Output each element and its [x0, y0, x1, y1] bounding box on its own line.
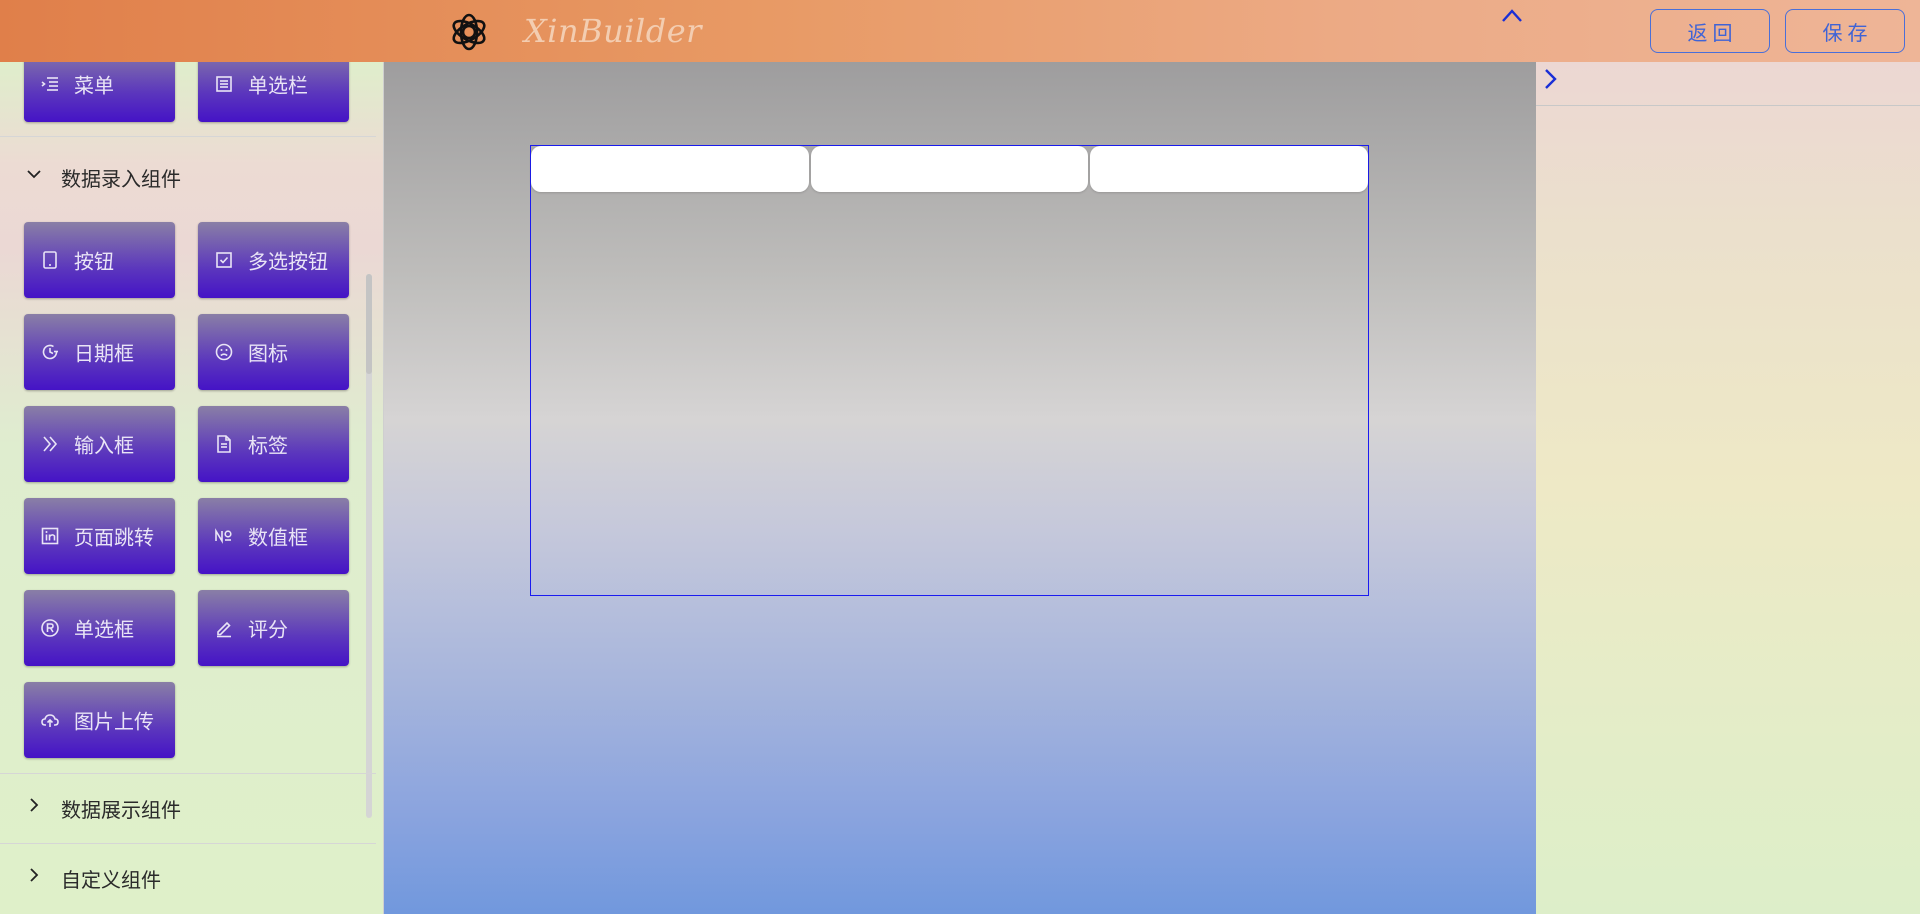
properties-panel-header — [1536, 62, 1920, 106]
save-button[interactable]: 保存 — [1785, 9, 1905, 53]
component-button-label: 输入框 — [74, 433, 134, 458]
section-divider — [0, 773, 376, 774]
component-button-label: 多选按钮 — [248, 249, 328, 274]
component-button-rating[interactable]: 评分 — [198, 590, 349, 666]
grid-cell[interactable] — [531, 146, 809, 192]
indent-list-icon — [41, 77, 58, 91]
app-title: XinBuilder — [524, 12, 702, 50]
component-button-label: 按钮 — [74, 249, 114, 274]
layout-panel-icon — [216, 76, 232, 92]
component-button-icon[interactable]: 图标 — [198, 314, 349, 390]
component-button-label: 图片上传 — [74, 709, 154, 734]
clock-history-icon — [42, 344, 58, 360]
file-text-icon — [217, 435, 231, 453]
section-header-data-display[interactable]: 数据展示组件 — [0, 775, 376, 839]
chevron-right-icon — [30, 868, 39, 882]
component-button-radio-bar[interactable]: 单选栏 — [198, 62, 349, 122]
openai-knot-logo-icon — [452, 13, 486, 51]
component-button-date-picker[interactable]: 日期框 — [24, 314, 175, 390]
section-header-custom[interactable]: 自定义组件 — [0, 845, 376, 909]
component-button-number-input[interactable]: 数值框 — [198, 498, 349, 574]
component-button-label: 单选框 — [74, 617, 134, 642]
component-button-button[interactable]: 按钮 — [24, 222, 175, 298]
tablet-icon — [43, 251, 57, 269]
chevron-down-icon — [27, 170, 41, 179]
design-canvas[interactable] — [384, 62, 1536, 914]
cloud-upload-icon — [41, 714, 59, 727]
component-button-label: 数值框 — [248, 525, 308, 550]
component-button-radio[interactable]: 单选框 — [24, 590, 175, 666]
double-chevron-right-icon — [43, 436, 58, 452]
section-divider — [0, 136, 376, 137]
component-button-page-jump[interactable]: 页面跳转 — [24, 498, 175, 574]
component-button-tag[interactable]: 标签 — [198, 406, 349, 482]
component-button-label: 页面跳转 — [74, 525, 154, 550]
component-sidebar: 菜单 单选栏 数据录入组件 按钮 多选按钮 日期框 图标 输入框 标签 页面跳转… — [0, 62, 384, 914]
component-button-label: 单选栏 — [248, 73, 308, 98]
section-divider — [0, 843, 376, 844]
section-header-data-entry[interactable]: 数据录入组件 — [0, 144, 376, 208]
sad-face-icon — [215, 343, 233, 361]
edit-pen-icon — [217, 621, 231, 638]
component-button-image-upload[interactable]: 图片上传 — [24, 682, 175, 758]
chevron-right-icon[interactable] — [1540, 66, 1562, 92]
grid-container-frame[interactable] — [530, 145, 1369, 596]
component-button-label: 日期框 — [74, 341, 134, 366]
component-list-scrollbar-thumb[interactable] — [366, 274, 372, 374]
component-button-checkbox[interactable]: 多选按钮 — [198, 222, 349, 298]
chevron-right-icon — [30, 798, 39, 812]
grid-cell[interactable] — [1090, 146, 1368, 192]
component-button-label: 菜单 — [74, 73, 114, 98]
component-button-menu[interactable]: 菜单 — [24, 62, 175, 122]
component-button-input[interactable]: 输入框 — [24, 406, 175, 482]
numero-icon — [215, 528, 232, 544]
component-button-label: 评分 — [248, 617, 288, 642]
app-header: XinBuilder 返回 保存 — [0, 0, 1920, 62]
properties-panel — [1536, 62, 1920, 914]
back-button[interactable]: 返回 — [1650, 9, 1770, 53]
registered-icon — [41, 619, 59, 637]
linkedin-icon — [41, 527, 59, 545]
component-button-label: 标签 — [248, 433, 288, 458]
component-button-label: 图标 — [248, 341, 288, 366]
section-label: 数据录入组件 — [61, 167, 181, 191]
grid-cell[interactable] — [811, 146, 1088, 192]
section-label: 自定义组件 — [61, 868, 161, 892]
checkbox-icon — [216, 252, 232, 268]
chevron-up-icon[interactable] — [1500, 4, 1524, 26]
section-label: 数据展示组件 — [61, 798, 181, 822]
